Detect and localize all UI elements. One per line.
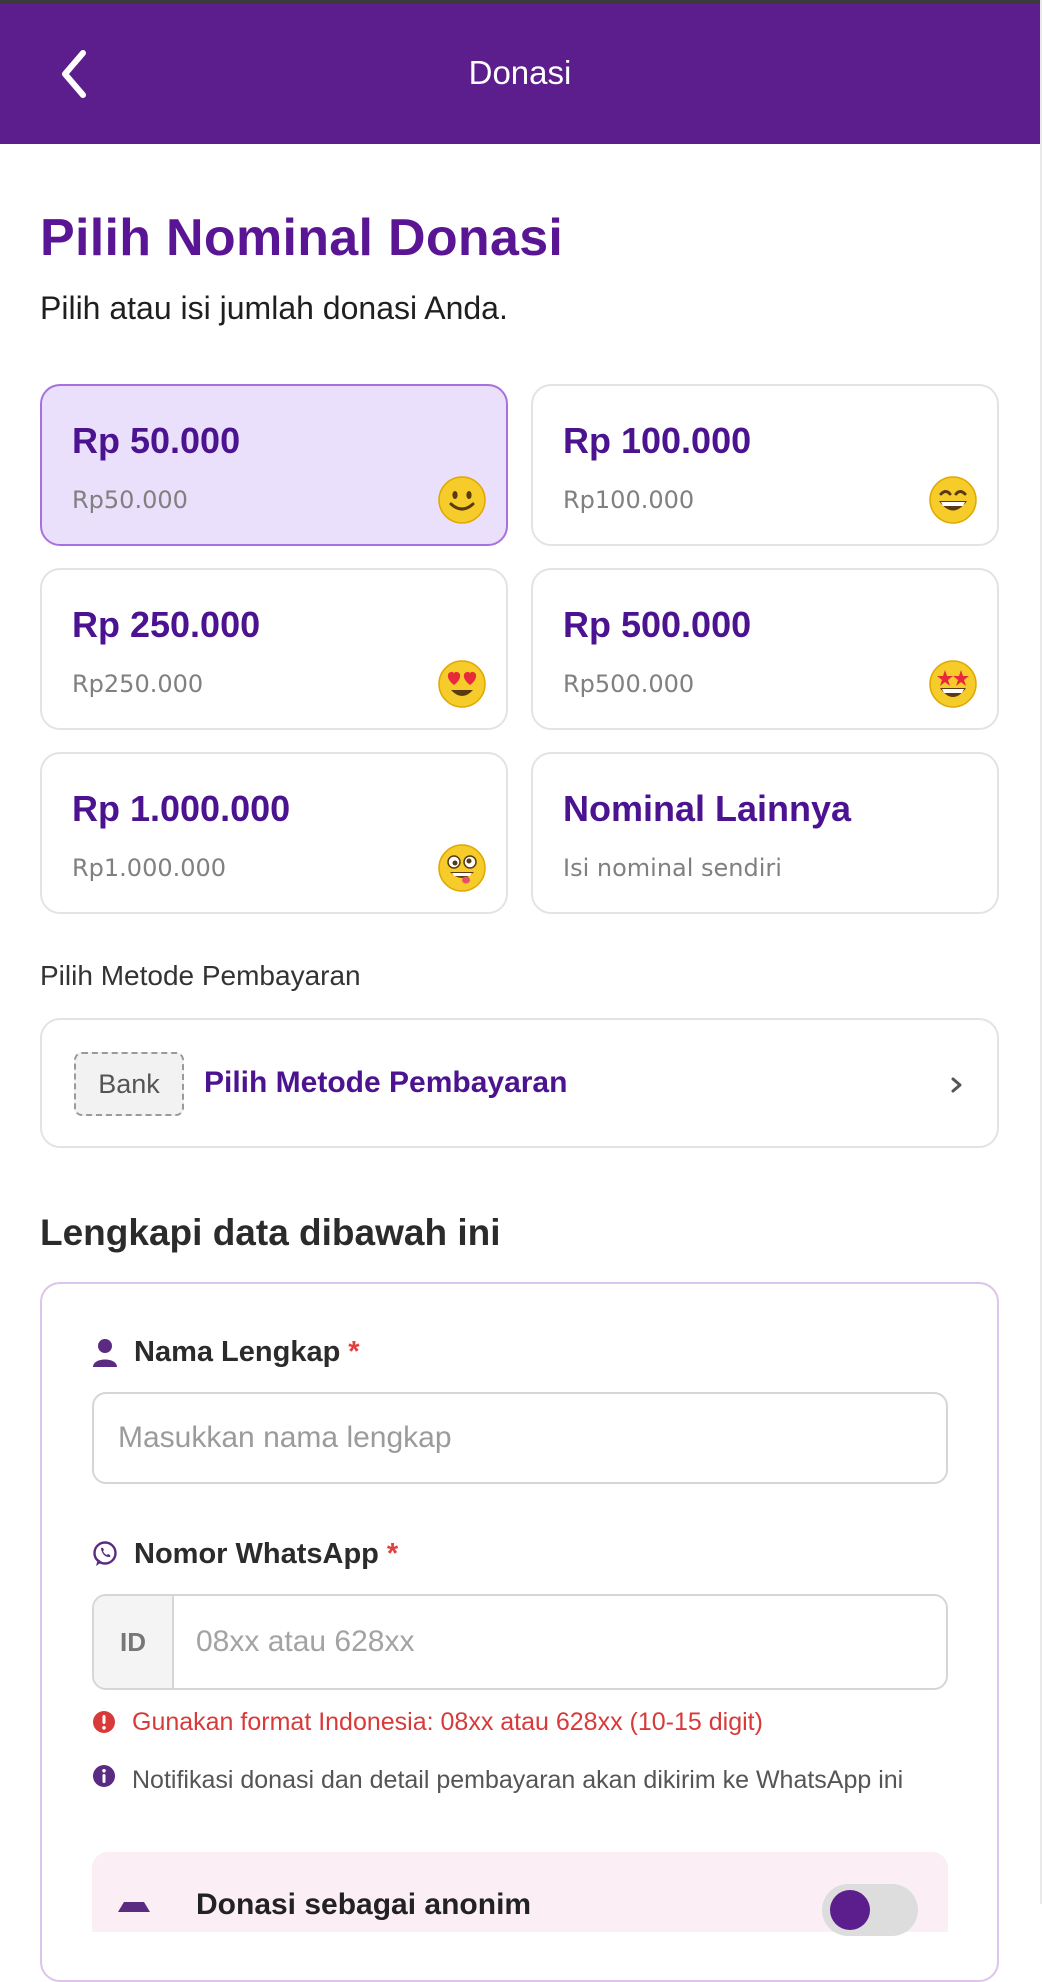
donation-option-50000[interactable]: Rp 50.000 Rp50.000	[40, 384, 508, 546]
name-label-text: Nama Lengkap	[134, 1336, 341, 1368]
option-amount: Rp 1.000.000	[72, 788, 291, 829]
zany-face-icon	[438, 844, 486, 892]
option-subtext: Rp1.000.000	[72, 854, 227, 882]
whatsapp-error-message: Gunakan format Indonesia: 08xx atau 628x…	[92, 1708, 763, 1737]
payment-method-button-text: Pilih Metode Pembayaran	[204, 1066, 568, 1099]
option-amount: Rp 50.000	[72, 420, 241, 461]
user-icon	[92, 1338, 118, 1368]
option-subtext: Rp500.000	[563, 670, 695, 698]
payment-method-label: Pilih Metode Pembayaran	[40, 960, 361, 991]
option-subtext: Rp100.000	[563, 486, 695, 514]
slightly-smiling-face-icon	[438, 476, 486, 524]
whatsapp-info-message: Notifikasi donasi dan detail pembayaran …	[92, 1762, 952, 1798]
full-name-input[interactable]	[92, 1392, 948, 1484]
page-title: Donasi	[468, 54, 572, 91]
grinning-face-icon	[929, 476, 977, 524]
payment-method-selector[interactable]: Bank Pilih Metode Pembayaran	[40, 1018, 999, 1148]
donation-option-500000[interactable]: Rp 500.000 Rp500.000	[531, 568, 999, 730]
donation-option-1000000[interactable]: Rp 1.000.000 Rp1.000.000	[40, 752, 508, 914]
option-amount: Rp 500.000	[563, 604, 752, 645]
star-struck-face-icon	[929, 660, 977, 708]
option-subtext: Rp50.000	[72, 486, 188, 514]
chevron-right-icon	[951, 1077, 962, 1093]
app-header: Donasi	[0, 4, 1040, 144]
option-amount: Rp 250.000	[72, 604, 261, 645]
required-asterisk: *	[348, 1336, 360, 1368]
option-subtext: Rp250.000	[72, 670, 204, 698]
toggle-knob	[830, 1890, 870, 1930]
whatsapp-field-label: Nomor WhatsApp *	[92, 1538, 398, 1571]
error-icon	[93, 1711, 115, 1733]
donation-option-100000[interactable]: Rp 100.000 Rp100.000	[531, 384, 999, 546]
option-amount: Rp 100.000	[563, 420, 752, 461]
section-heading: Pilih Nominal Donasi	[40, 209, 564, 267]
anonymous-toggle[interactable]	[822, 1884, 918, 1936]
whatsapp-number-input[interactable]	[174, 1596, 946, 1688]
donation-option-custom[interactable]: Nominal Lainnya Isi nominal sendiri	[531, 752, 999, 914]
whatsapp-input-group: ID	[92, 1594, 948, 1690]
error-text: Gunakan format Indonesia: 08xx atau 628x…	[132, 1708, 763, 1736]
heart-eyes-face-icon	[438, 660, 486, 708]
incognito-icon	[118, 1902, 150, 1912]
anonymous-donation-row: Donasi sebagai anonim	[92, 1852, 948, 1936]
name-field-label: Nama Lengkap *	[92, 1336, 360, 1369]
whatsapp-label-text: Nomor WhatsApp	[134, 1538, 379, 1570]
required-asterisk: *	[386, 1538, 399, 1570]
bank-badge: Bank	[74, 1052, 184, 1116]
option-subtext: Isi nominal sendiri	[563, 854, 782, 882]
info-text: Notifikasi donasi dan detail pembayaran …	[132, 1766, 904, 1794]
info-icon	[93, 1765, 115, 1787]
whatsapp-icon	[92, 1540, 118, 1570]
option-amount: Nominal Lainnya	[563, 788, 852, 829]
form-heading: Lengkapi data dibawah ini	[40, 1212, 501, 1253]
donation-option-250000[interactable]: Rp 250.000 Rp250.000	[40, 568, 508, 730]
section-subtitle: Pilih atau isi jumlah donasi Anda.	[40, 290, 508, 326]
country-prefix: ID	[94, 1596, 174, 1688]
anonymous-label: Donasi sebagai anonim	[196, 1888, 532, 1921]
